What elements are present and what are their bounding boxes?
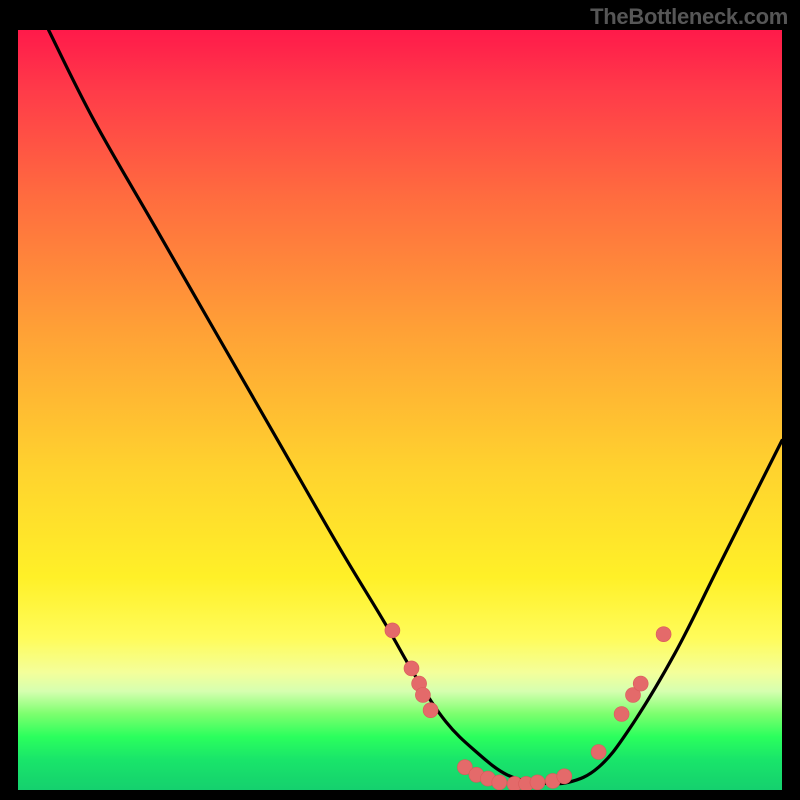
chart-frame: TheBottleneck.com [0, 0, 800, 800]
data-marker [404, 661, 419, 676]
data-marker [492, 775, 507, 790]
data-marker [656, 627, 671, 642]
plot-area [18, 30, 782, 790]
curve-layer [18, 30, 782, 790]
data-marker [633, 676, 648, 691]
marker-group [385, 623, 671, 790]
data-marker [530, 775, 545, 790]
data-marker [557, 769, 572, 784]
data-marker [591, 745, 606, 760]
attribution-text: TheBottleneck.com [590, 4, 788, 30]
data-marker [415, 688, 430, 703]
data-marker [385, 623, 400, 638]
data-marker [614, 707, 629, 722]
data-marker [423, 703, 438, 718]
